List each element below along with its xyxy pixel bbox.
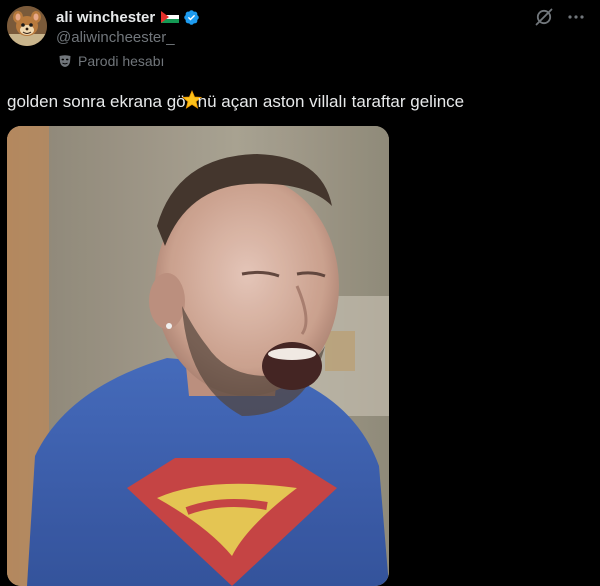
parody-account-label: Parodi hesabı [58,52,164,70]
tweet-text: golden sonra ekrana gö nü açan aston vill… [7,90,590,113]
more-options-icon[interactable] [566,7,586,27]
theater-mask-icon [58,54,72,68]
tweet-text-part-1: golden sonra ekrana gö [7,92,186,111]
author-handle[interactable]: @aliwincheester_ [56,29,175,46]
verified-badge-icon[interactable] [183,9,200,26]
grok-icon[interactable] [534,7,554,27]
avatar[interactable] [7,6,47,46]
tweet-media-video[interactable] [7,126,389,586]
tweet-top-actions [534,7,586,27]
author-display-name[interactable]: ali winchester [56,9,155,26]
parody-label-text: Parodi hesabı [78,53,165,69]
palestine-flag-icon [161,11,180,23]
author-name-row[interactable]: ali winchester [56,7,200,27]
tweet-text-part-2: nü açan aston villalı taraftar gelince [197,92,465,111]
